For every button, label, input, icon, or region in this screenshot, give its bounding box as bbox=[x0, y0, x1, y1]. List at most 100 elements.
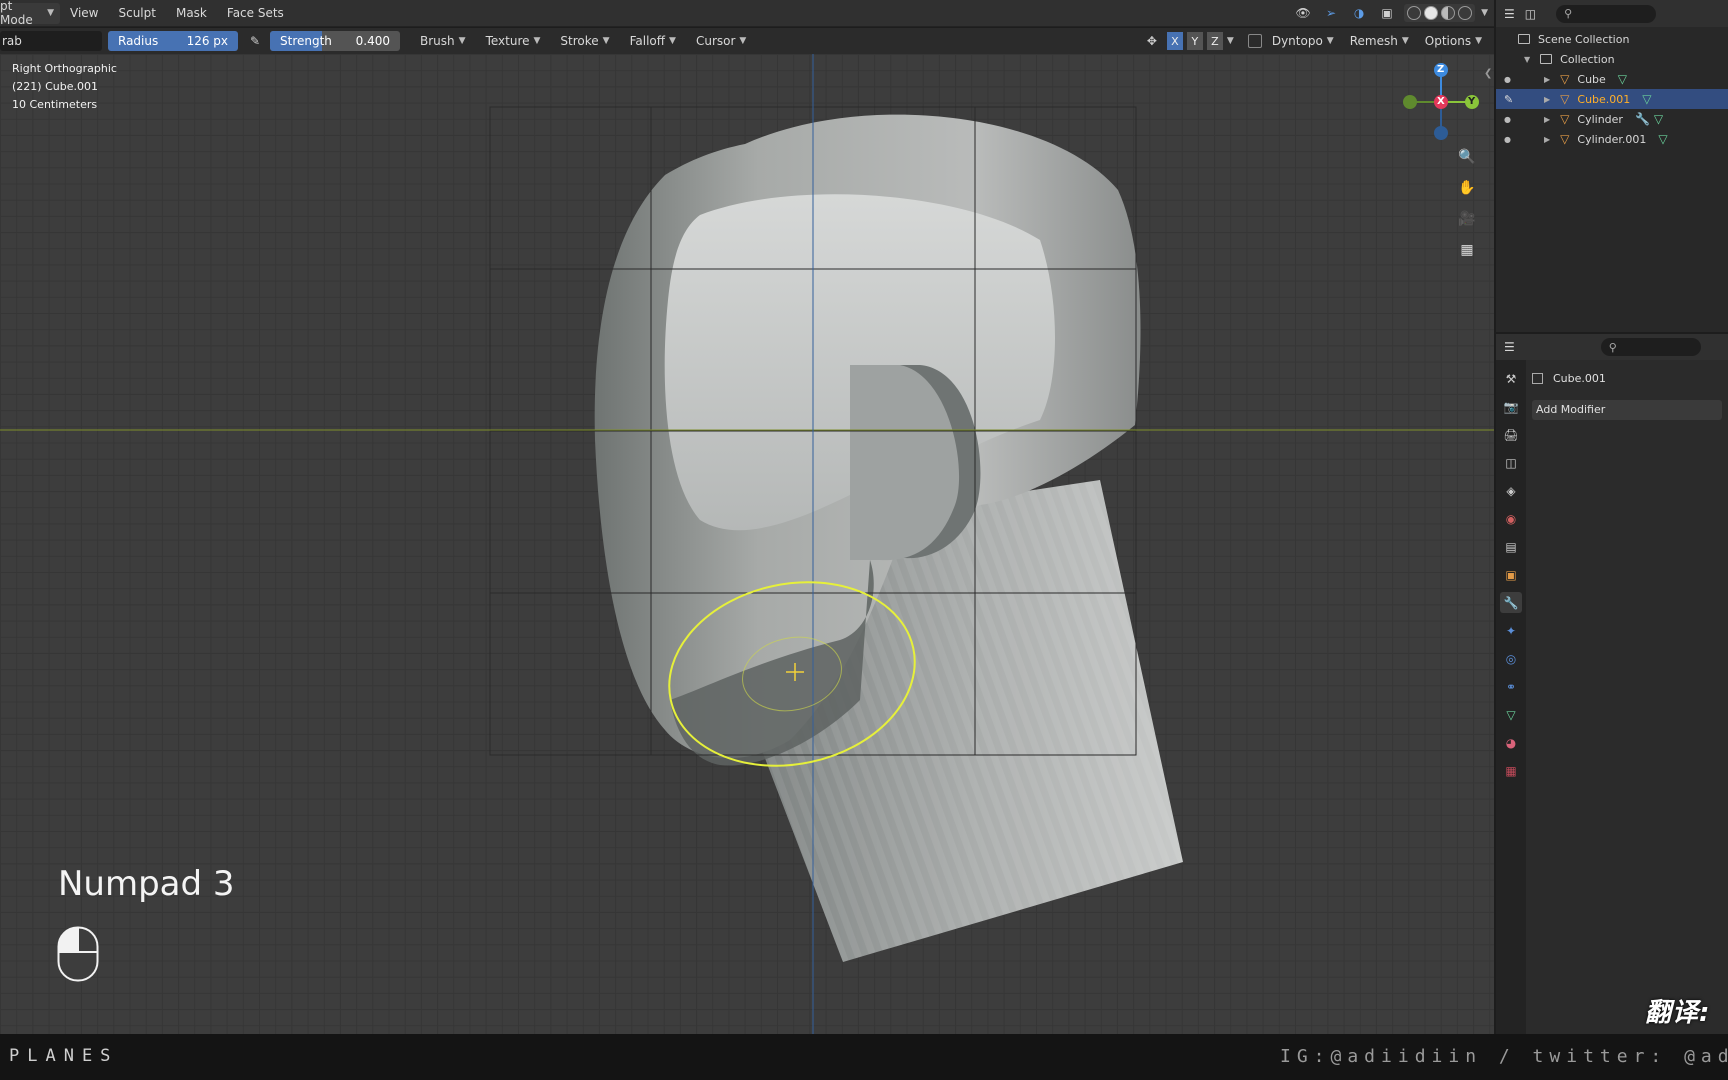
editor-type-icon[interactable]: ☰ bbox=[1504, 340, 1515, 354]
viewport-display-tools: 👁 ➢ ◑ ▣ ▼ bbox=[1292, 3, 1488, 23]
dyntopo-checkbox[interactable] bbox=[1247, 34, 1262, 48]
outliner-item-cylinder-001[interactable]: ● ▶ ▽ Cylinder.001 ▽ bbox=[1496, 129, 1728, 149]
translation-watermark: 翻译: bbox=[1645, 998, 1711, 1028]
mirror-x-toggle[interactable]: X bbox=[1166, 32, 1183, 50]
mirror-y-toggle[interactable]: Y bbox=[1186, 32, 1203, 50]
object-icon: ▽ bbox=[1560, 72, 1570, 86]
modifier-tab-icon[interactable]: 🔧 bbox=[1500, 592, 1522, 613]
outliner-item-cube[interactable]: ● ▶ ▽ Cube ▽ bbox=[1496, 69, 1728, 89]
expand-arrow-icon[interactable]: ▶ bbox=[1544, 95, 1550, 104]
zoom-icon[interactable]: 🔍 bbox=[1456, 146, 1478, 168]
rendered-shading-icon[interactable] bbox=[1458, 6, 1473, 20]
dyntopo-dropdown[interactable]: Dyntopo ▼ bbox=[1266, 34, 1340, 48]
search-icon: ⚲ bbox=[1608, 340, 1617, 354]
strength-label: Strength bbox=[280, 34, 332, 48]
wireframe-shading-icon[interactable] bbox=[1407, 6, 1422, 20]
mesh-data-icon: ▽ bbox=[1653, 112, 1664, 126]
brush-name-field[interactable]: rab bbox=[0, 31, 102, 51]
visibility-dot-icon[interactable]: ● bbox=[1504, 75, 1511, 84]
search-icon: ⚲ bbox=[1564, 7, 1573, 20]
object-square-icon bbox=[1532, 372, 1543, 384]
stroke-dropdown[interactable]: Stroke ▼ bbox=[550, 34, 619, 48]
symmetry-and-remesh-group: ✥ X Y Z ▼ Dyntopo ▼ Remesh ▼ Options ▼ bbox=[1141, 31, 1488, 51]
mode-label: pt Mode bbox=[0, 0, 33, 27]
display-mode-icon[interactable]: ◫ bbox=[1525, 7, 1536, 21]
add-modifier-button[interactable]: Add Modifier bbox=[1532, 400, 1722, 420]
outliner-search-input[interactable]: ⚲ bbox=[1556, 4, 1657, 23]
expand-arrow-icon[interactable]: ▶ bbox=[1544, 115, 1550, 124]
constraints-tab-icon[interactable]: ⚭ bbox=[1500, 676, 1522, 697]
visibility-dot-icon[interactable]: ● bbox=[1504, 115, 1511, 124]
radius-slider[interactable]: Radius 126 px bbox=[108, 31, 238, 51]
output-tab-icon[interactable]: 🖨 bbox=[1500, 424, 1522, 445]
overlays-toggle-icon[interactable]: ◑ bbox=[1348, 3, 1370, 23]
world-tab-icon[interactable]: ◉ bbox=[1500, 508, 1522, 529]
outliner-item-cylinder[interactable]: ● ▶ ▽ Cylinder 🔧 ▽ bbox=[1496, 109, 1728, 129]
ortho-grid-icon[interactable]: ▦ bbox=[1456, 239, 1478, 261]
object-icon: ▽ bbox=[1560, 112, 1570, 126]
gizmo-toggle-icon[interactable]: ➢ bbox=[1320, 3, 1342, 23]
menu-sculpt[interactable]: Sculpt bbox=[108, 6, 165, 20]
blender-window: pt Mode ▼ View Sculpt Mask Face Sets 👁 ➢… bbox=[0, 0, 1728, 1080]
visibility-dot-icon[interactable]: ● bbox=[1504, 135, 1511, 144]
particles-tab-icon[interactable]: ✦ bbox=[1500, 620, 1522, 641]
strength-slider[interactable]: Strength 0.400 bbox=[270, 31, 400, 51]
menu-face-sets[interactable]: Face Sets bbox=[217, 6, 294, 20]
shading-options-chevron-icon[interactable]: ▼ bbox=[1481, 8, 1488, 18]
menu-view[interactable]: View bbox=[60, 6, 108, 20]
mirror-z-toggle[interactable]: Z bbox=[1206, 32, 1223, 50]
collection-icon bbox=[1518, 34, 1530, 44]
object-info: (221) Cube.001 bbox=[12, 80, 98, 93]
visibility-icon[interactable]: 👁 bbox=[1292, 3, 1314, 23]
edit-mode-brush-icon[interactable]: ✎ bbox=[1504, 93, 1513, 106]
xray-toggle-icon[interactable]: ▣ bbox=[1376, 3, 1398, 23]
remesh-label: Remesh bbox=[1349, 34, 1398, 48]
options-dropdown[interactable]: Options ▼ bbox=[1419, 34, 1488, 48]
gizmo-x-label: X bbox=[1437, 96, 1445, 107]
render-tab-icon[interactable]: 📷 bbox=[1500, 396, 1522, 417]
brush-dropdown[interactable]: Brush ▼ bbox=[410, 34, 476, 48]
scene-tab-icon[interactable]: ◈ bbox=[1500, 480, 1522, 501]
physics-tab-icon[interactable]: ◎ bbox=[1500, 648, 1522, 669]
chevron-down-icon: ▼ bbox=[1475, 36, 1482, 46]
material-shading-icon[interactable] bbox=[1441, 6, 1456, 20]
material-tab-icon[interactable]: ◕ bbox=[1500, 732, 1522, 753]
editor-type-icon[interactable]: ☰ bbox=[1504, 7, 1515, 21]
texture-tab-icon[interactable]: ▦ bbox=[1500, 760, 1522, 781]
object-name-field: Cube.001 bbox=[1532, 368, 1722, 388]
object-tab-icon[interactable]: ▣ bbox=[1500, 564, 1522, 585]
object-icon: ▽ bbox=[1560, 92, 1570, 106]
shading-mode-group bbox=[1404, 4, 1476, 22]
symmetry-options-chevron-icon[interactable]: ▼ bbox=[1227, 36, 1234, 46]
view-layer-tab-icon[interactable]: ◫ bbox=[1500, 452, 1522, 473]
outliner-scene-collection[interactable]: Scene Collection bbox=[1496, 29, 1728, 49]
falloff-dropdown[interactable]: Falloff ▼ bbox=[620, 34, 686, 48]
properties-search-input[interactable]: ⚲ bbox=[1600, 338, 1701, 356]
cursor-dropdown[interactable]: Cursor ▼ bbox=[686, 34, 756, 48]
3d-viewport[interactable]: Z X Y ❮ Right Orthographic (221) Cube.00… bbox=[0, 54, 1494, 1034]
tool-tab-icon[interactable]: ⚒ bbox=[1500, 368, 1522, 389]
mode-dropdown[interactable]: pt Mode ▼ bbox=[0, 0, 60, 27]
texture-dropdown[interactable]: Texture ▼ bbox=[476, 34, 551, 48]
chevron-down-icon: ▼ bbox=[47, 8, 54, 18]
solid-shading-icon[interactable] bbox=[1424, 6, 1439, 20]
outliner-collection[interactable]: ▼ Collection bbox=[1496, 49, 1728, 69]
expand-arrow-icon[interactable]: ▶ bbox=[1544, 75, 1550, 84]
brush-dropdown-label: Brush bbox=[420, 34, 455, 48]
symmetry-icon: ✥ bbox=[1146, 34, 1157, 48]
remesh-dropdown[interactable]: Remesh ▼ bbox=[1344, 34, 1415, 48]
menu-mask[interactable]: Mask bbox=[166, 6, 217, 20]
sidebar-toggle-icon[interactable]: ❮ bbox=[1484, 68, 1492, 79]
expand-arrow-icon[interactable]: ▶ bbox=[1544, 135, 1550, 144]
collection-tab-icon[interactable]: ▤ bbox=[1500, 536, 1522, 557]
camera-view-icon[interactable]: 🎥 bbox=[1456, 208, 1478, 230]
pan-hand-icon[interactable]: ✋ bbox=[1456, 177, 1478, 199]
data-tab-icon[interactable]: ▽ bbox=[1500, 704, 1522, 725]
outliner-item-cube-001[interactable]: ✎ ▶ ▽ Cube.001 ▽ bbox=[1496, 89, 1728, 109]
object-icon: ▽ bbox=[1560, 132, 1570, 146]
mesh-data-icon: ▽ bbox=[1642, 92, 1652, 106]
pen-pressure-icon[interactable]: ✎ bbox=[244, 31, 266, 51]
scene-collection-label: Scene Collection bbox=[1538, 32, 1630, 46]
expand-arrow-icon[interactable]: ▼ bbox=[1524, 55, 1530, 64]
dyntopo-label: Dyntopo bbox=[1271, 34, 1323, 48]
